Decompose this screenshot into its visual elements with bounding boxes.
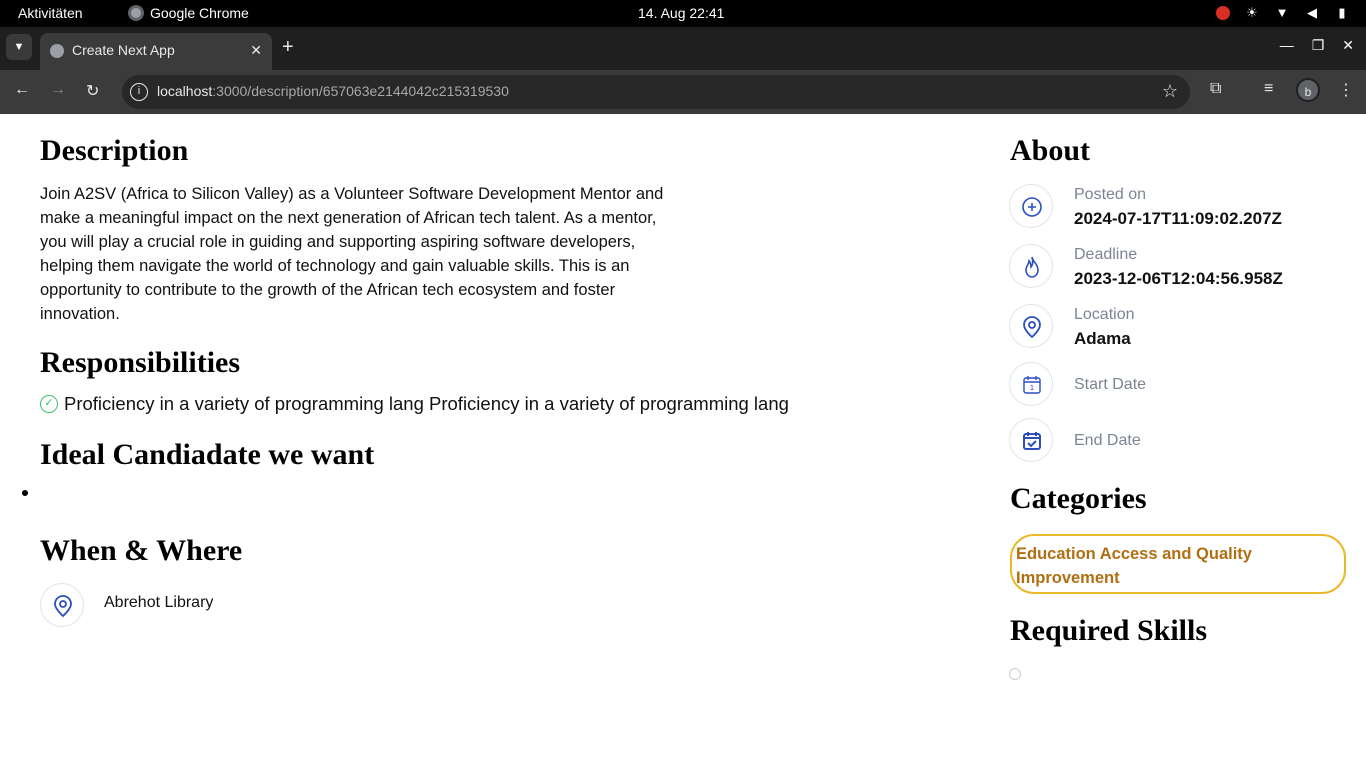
close-window-icon[interactable]: ✕: [1342, 37, 1354, 54]
end-date-label: End Date: [1074, 432, 1141, 449]
about-heading: About: [1010, 134, 1091, 167]
notification-icon: [1216, 6, 1230, 20]
description-text: Join A2SV (Africa to Silicon Valley) as …: [40, 185, 664, 323]
maximize-icon[interactable]: ❐: [1312, 37, 1325, 54]
location-pin-icon: [40, 583, 84, 627]
responsibility-item: ✓ Proficiency in a variety of programmin…: [40, 393, 789, 415]
close-tab-icon[interactable]: ✕: [250, 42, 262, 59]
bookmark-star-icon[interactable]: ☆: [1162, 81, 1178, 102]
tab-search-button[interactable]: ▼: [6, 34, 32, 60]
app-menu[interactable]: Google Chrome: [128, 5, 249, 21]
globe-icon: [50, 44, 64, 58]
posted-on-label: Posted on: [1074, 186, 1147, 203]
address-bar[interactable]: i localhost:3000/description/657063e2144…: [122, 75, 1190, 109]
posted-on-value: 2024-07-17T11:09:02.207Z: [1074, 209, 1282, 228]
activities-button[interactable]: Aktivitäten: [18, 5, 83, 21]
description-heading: Description: [40, 134, 189, 167]
plus-circle-icon: [1009, 184, 1053, 228]
calendar-check-icon: [1009, 418, 1053, 462]
page-content: Description Join A2SV (Africa to Silicon…: [0, 114, 1366, 768]
minimize-icon[interactable]: —: [1280, 37, 1294, 54]
system-tray[interactable]: ☀ ▼ ◀ ▮: [1216, 5, 1350, 21]
forward-icon[interactable]: →: [50, 81, 66, 99]
tab-strip: ▼ Create Next App ✕ + — ❐ ✕: [0, 27, 1366, 70]
chrome-icon: [128, 5, 144, 21]
clock[interactable]: 14. Aug 22:41: [638, 5, 724, 21]
location-label: Location: [1074, 306, 1135, 323]
categories-heading: Categories: [1010, 482, 1147, 515]
window-controls: — ❐ ✕: [1280, 37, 1354, 54]
wifi-icon: ▼: [1275, 5, 1289, 20]
deadline-label: Deadline: [1074, 246, 1138, 263]
tab-title: Create Next App: [72, 42, 175, 58]
list-bullet: [22, 490, 28, 496]
url-text[interactable]: localhost:3000/description/657063e214404…: [157, 83, 509, 99]
ideal-candidate-heading: Ideal Candiadate we want: [40, 438, 375, 471]
location-pin-icon: [1009, 304, 1053, 348]
when-where-heading: When & Where: [40, 534, 243, 567]
responsibility-text: Proficiency in a variety of programming …: [64, 393, 789, 414]
brightness-icon: ☀: [1246, 5, 1258, 20]
back-icon[interactable]: ←: [14, 81, 30, 99]
responsibilities-heading: Responsibilities: [40, 346, 241, 379]
profile-avatar[interactable]: b: [1296, 78, 1320, 102]
location-value: Adama: [1074, 329, 1131, 348]
start-date-label: Start Date: [1074, 376, 1147, 393]
app-name: Google Chrome: [150, 5, 249, 21]
more-menu-icon[interactable]: ⋮: [1338, 80, 1354, 100]
site-info-icon[interactable]: i: [130, 83, 148, 101]
extensions-icon[interactable]: ⧉: [1210, 80, 1221, 98]
active-tab[interactable]: Create Next App ✕: [40, 33, 272, 70]
event-location: Abrehot Library: [104, 594, 214, 611]
system-top-bar: Aktivitäten Google Chrome 14. Aug 22:41 …: [0, 0, 1366, 27]
svg-text:1: 1: [1030, 384, 1034, 392]
new-tab-button[interactable]: +: [282, 36, 294, 59]
calendar-icon: 1: [1009, 362, 1053, 406]
browser-toolbar: ← → ↻ i localhost:3000/description/65706…: [0, 70, 1366, 114]
volume-icon: ◀: [1307, 5, 1317, 20]
check-circle-icon: ✓: [40, 395, 58, 413]
skill-placeholder-dot: [1009, 668, 1021, 680]
required-skills-heading: Required Skills: [1010, 614, 1208, 647]
media-controls-icon[interactable]: ≡: [1264, 80, 1273, 98]
battery-icon: ▮: [1338, 5, 1346, 20]
category-badge: Education Access and Quality Improvement: [1010, 534, 1346, 594]
fire-icon: [1009, 244, 1053, 288]
deadline-value: 2023-12-06T12:04:56.958Z: [1074, 269, 1283, 288]
reload-icon[interactable]: ↻: [86, 81, 99, 101]
